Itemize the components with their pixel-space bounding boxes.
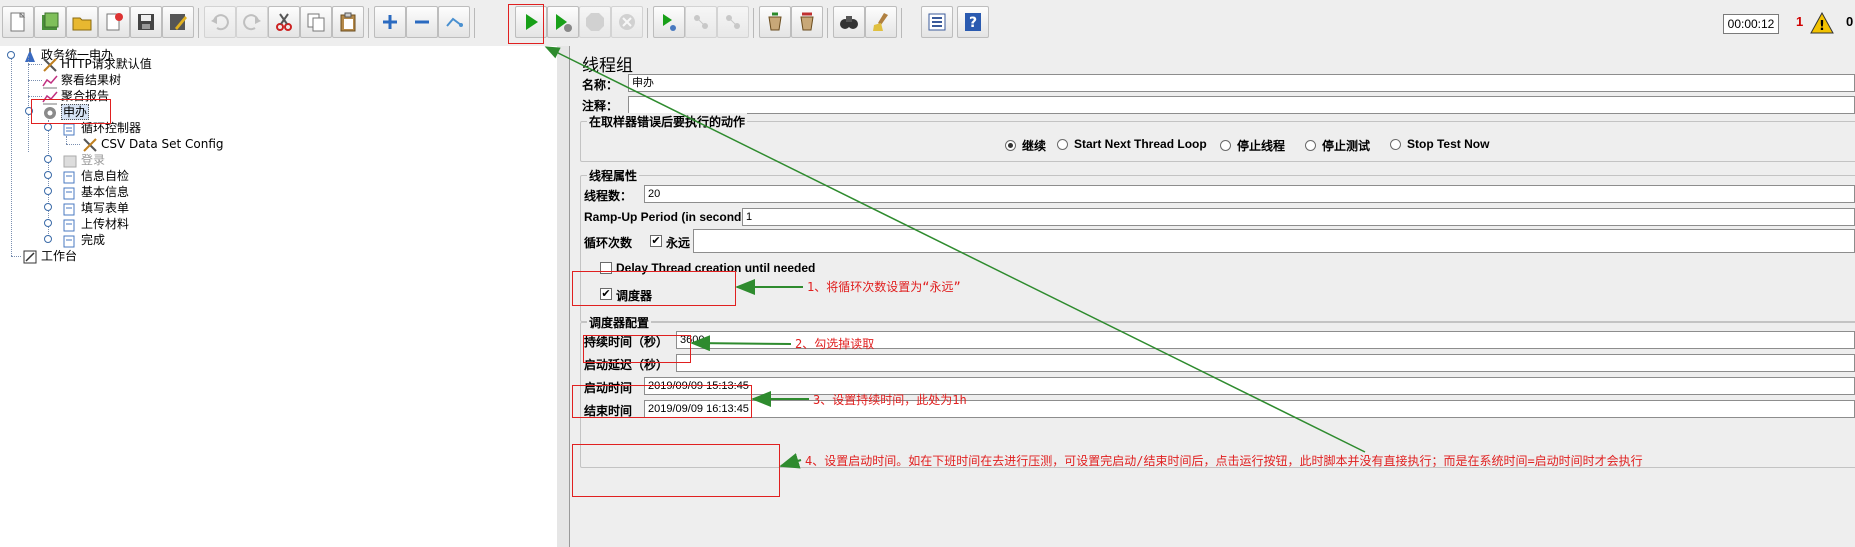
expand-handle[interactable] — [7, 51, 15, 59]
shutdown-icon[interactable] — [611, 6, 643, 38]
save-icon[interactable] — [130, 6, 162, 38]
reset-search-icon[interactable] — [865, 6, 897, 38]
error-action-group — [580, 121, 1855, 162]
loop-count-field[interactable] — [693, 229, 1855, 253]
workbench-icon — [23, 250, 37, 263]
loop-forever-label: 永远 — [666, 236, 691, 250]
tree-item-label: 登录 — [81, 153, 106, 167]
radio-label: Start Next Thread Loop — [1074, 137, 1207, 151]
tree-item-label: 信息自检 — [81, 169, 130, 183]
expand-handle[interactable] — [44, 155, 52, 163]
highlight-box — [583, 335, 691, 363]
radio-dot — [1305, 140, 1316, 151]
close-file-icon[interactable] — [98, 6, 130, 38]
clear-icon[interactable] — [759, 6, 791, 38]
radio-stop-thread[interactable]: 停止线程 — [1220, 137, 1285, 154]
radio-dot — [1005, 140, 1016, 151]
radio-dot — [1057, 138, 1068, 150]
radio-label: 停止测试 — [1322, 139, 1371, 153]
stop-icon[interactable] — [579, 6, 611, 38]
expand-handle[interactable] — [44, 219, 52, 227]
svg-text:?: ? — [969, 15, 977, 31]
tree-item-label: CSV Data Set Config — [101, 137, 224, 151]
radio-label: 继续 — [1022, 139, 1047, 153]
collapse-icon[interactable] — [406, 6, 438, 38]
radio-label: 停止线程 — [1237, 139, 1286, 153]
expand-handle[interactable] — [44, 203, 52, 211]
tree-workbench[interactable]: 工作台 — [22, 247, 77, 265]
pane-splitter[interactable] — [557, 46, 570, 547]
remote-stop-icon[interactable] — [685, 6, 717, 38]
help-icon[interactable]: ? — [957, 6, 989, 38]
annotation-2: 2、勾选掉读取 — [795, 337, 875, 351]
radio-label: Stop Test Now — [1407, 137, 1490, 151]
thread-props-title: 线程属性 — [587, 167, 640, 184]
rampup-label: Ramp-Up Period (in seconds): — [584, 210, 757, 224]
active-threads-count: 0 — [1846, 14, 1854, 29]
highlight-box — [572, 385, 752, 418]
tree-item-label: 基本信息 — [81, 185, 130, 199]
radio-start-next-loop[interactable]: Start Next Thread Loop — [1057, 137, 1207, 151]
radio-stop-test[interactable]: 停止测试 — [1305, 137, 1370, 154]
start-no-pause-icon[interactable] — [547, 6, 579, 38]
undo-icon[interactable] — [204, 6, 236, 38]
search-icon[interactable] — [833, 6, 865, 38]
test-plan-tree: 政务统一申办 HTTP请求默认值 察看结果树 聚合报告 申办 循环控制器 CSV… — [0, 46, 558, 547]
radio-dot — [1220, 140, 1231, 151]
comment-label: 注释： — [582, 99, 619, 113]
save-as-icon[interactable] — [162, 6, 194, 38]
svg-text:!: ! — [1819, 19, 1825, 34]
tree-item-label: 填写表单 — [81, 201, 130, 215]
tree-item-label: HTTP请求默认值 — [61, 57, 152, 71]
annotation-1: 1、将循环次数设置为“永远” — [807, 280, 961, 294]
page-title: 线程组 — [582, 56, 633, 76]
error-count: 1 — [1796, 14, 1804, 29]
remote-start-icon[interactable] — [653, 6, 685, 38]
clear-all-icon[interactable] — [791, 6, 823, 38]
threads-label: 线程数： — [584, 189, 633, 203]
expand-handle[interactable] — [44, 187, 52, 195]
error-action-title: 在取样器错误后要执行的动作 — [587, 113, 748, 130]
highlight-box — [572, 271, 736, 306]
rampup-field[interactable]: 1 — [742, 208, 1855, 226]
radio-continue[interactable]: 继续 — [1005, 137, 1046, 154]
copy-icon[interactable] — [300, 6, 332, 38]
templates-icon[interactable] — [34, 6, 66, 38]
tree-workbench-label: 工作台 — [41, 249, 78, 263]
name-label: 名称： — [582, 78, 619, 92]
test-plan-icon — [25, 47, 35, 62]
toggle-icon[interactable] — [438, 6, 470, 38]
radio-stop-test-now[interactable]: Stop Test Now — [1390, 137, 1489, 151]
radio-dot — [1390, 138, 1401, 150]
highlight-box — [572, 444, 780, 497]
cut-icon[interactable] — [268, 6, 300, 38]
tree-item-label: 完成 — [81, 233, 106, 247]
remote-exit-icon[interactable] — [717, 6, 749, 38]
expand-icon[interactable] — [374, 6, 406, 38]
open-icon[interactable] — [66, 6, 98, 38]
highlight-box — [508, 4, 544, 44]
name-field[interactable]: 申办 — [628, 74, 1855, 92]
tree-item-label: 上传材料 — [81, 217, 130, 231]
annotation-4: 4、设置启动时间。如在下班时间在去进行压测，可设置完启动/结束时间后，点击运行按… — [805, 454, 1643, 468]
toolbar: ? 00:00:12 1 ! 0 — [0, 0, 1855, 47]
threads-field[interactable]: 20 — [644, 185, 1855, 203]
warning-icon[interactable]: ! — [1810, 12, 1834, 34]
paste-icon[interactable] — [332, 6, 364, 38]
loop-forever-checkbox[interactable]: ✔ — [650, 235, 662, 247]
scheduler-config-title: 调度器配置 — [587, 314, 652, 331]
startup-delay-field[interactable] — [676, 354, 1855, 372]
expand-handle[interactable] — [44, 235, 52, 243]
annotation-3: 3、设置持续时间，此处为1h — [813, 393, 967, 407]
loop-count-label: 循环次数 — [584, 236, 633, 250]
expand-handle[interactable] — [44, 171, 52, 179]
highlight-box — [31, 99, 111, 124]
function-helper-icon[interactable] — [921, 6, 953, 38]
new-icon[interactable] — [2, 6, 34, 38]
expand-handle[interactable] — [44, 123, 52, 131]
redo-icon[interactable] — [236, 6, 268, 38]
elapsed-timer: 00:00:12 — [1723, 14, 1779, 34]
comment-field[interactable] — [628, 96, 1855, 114]
tree-item-label: 察看结果树 — [61, 73, 122, 87]
